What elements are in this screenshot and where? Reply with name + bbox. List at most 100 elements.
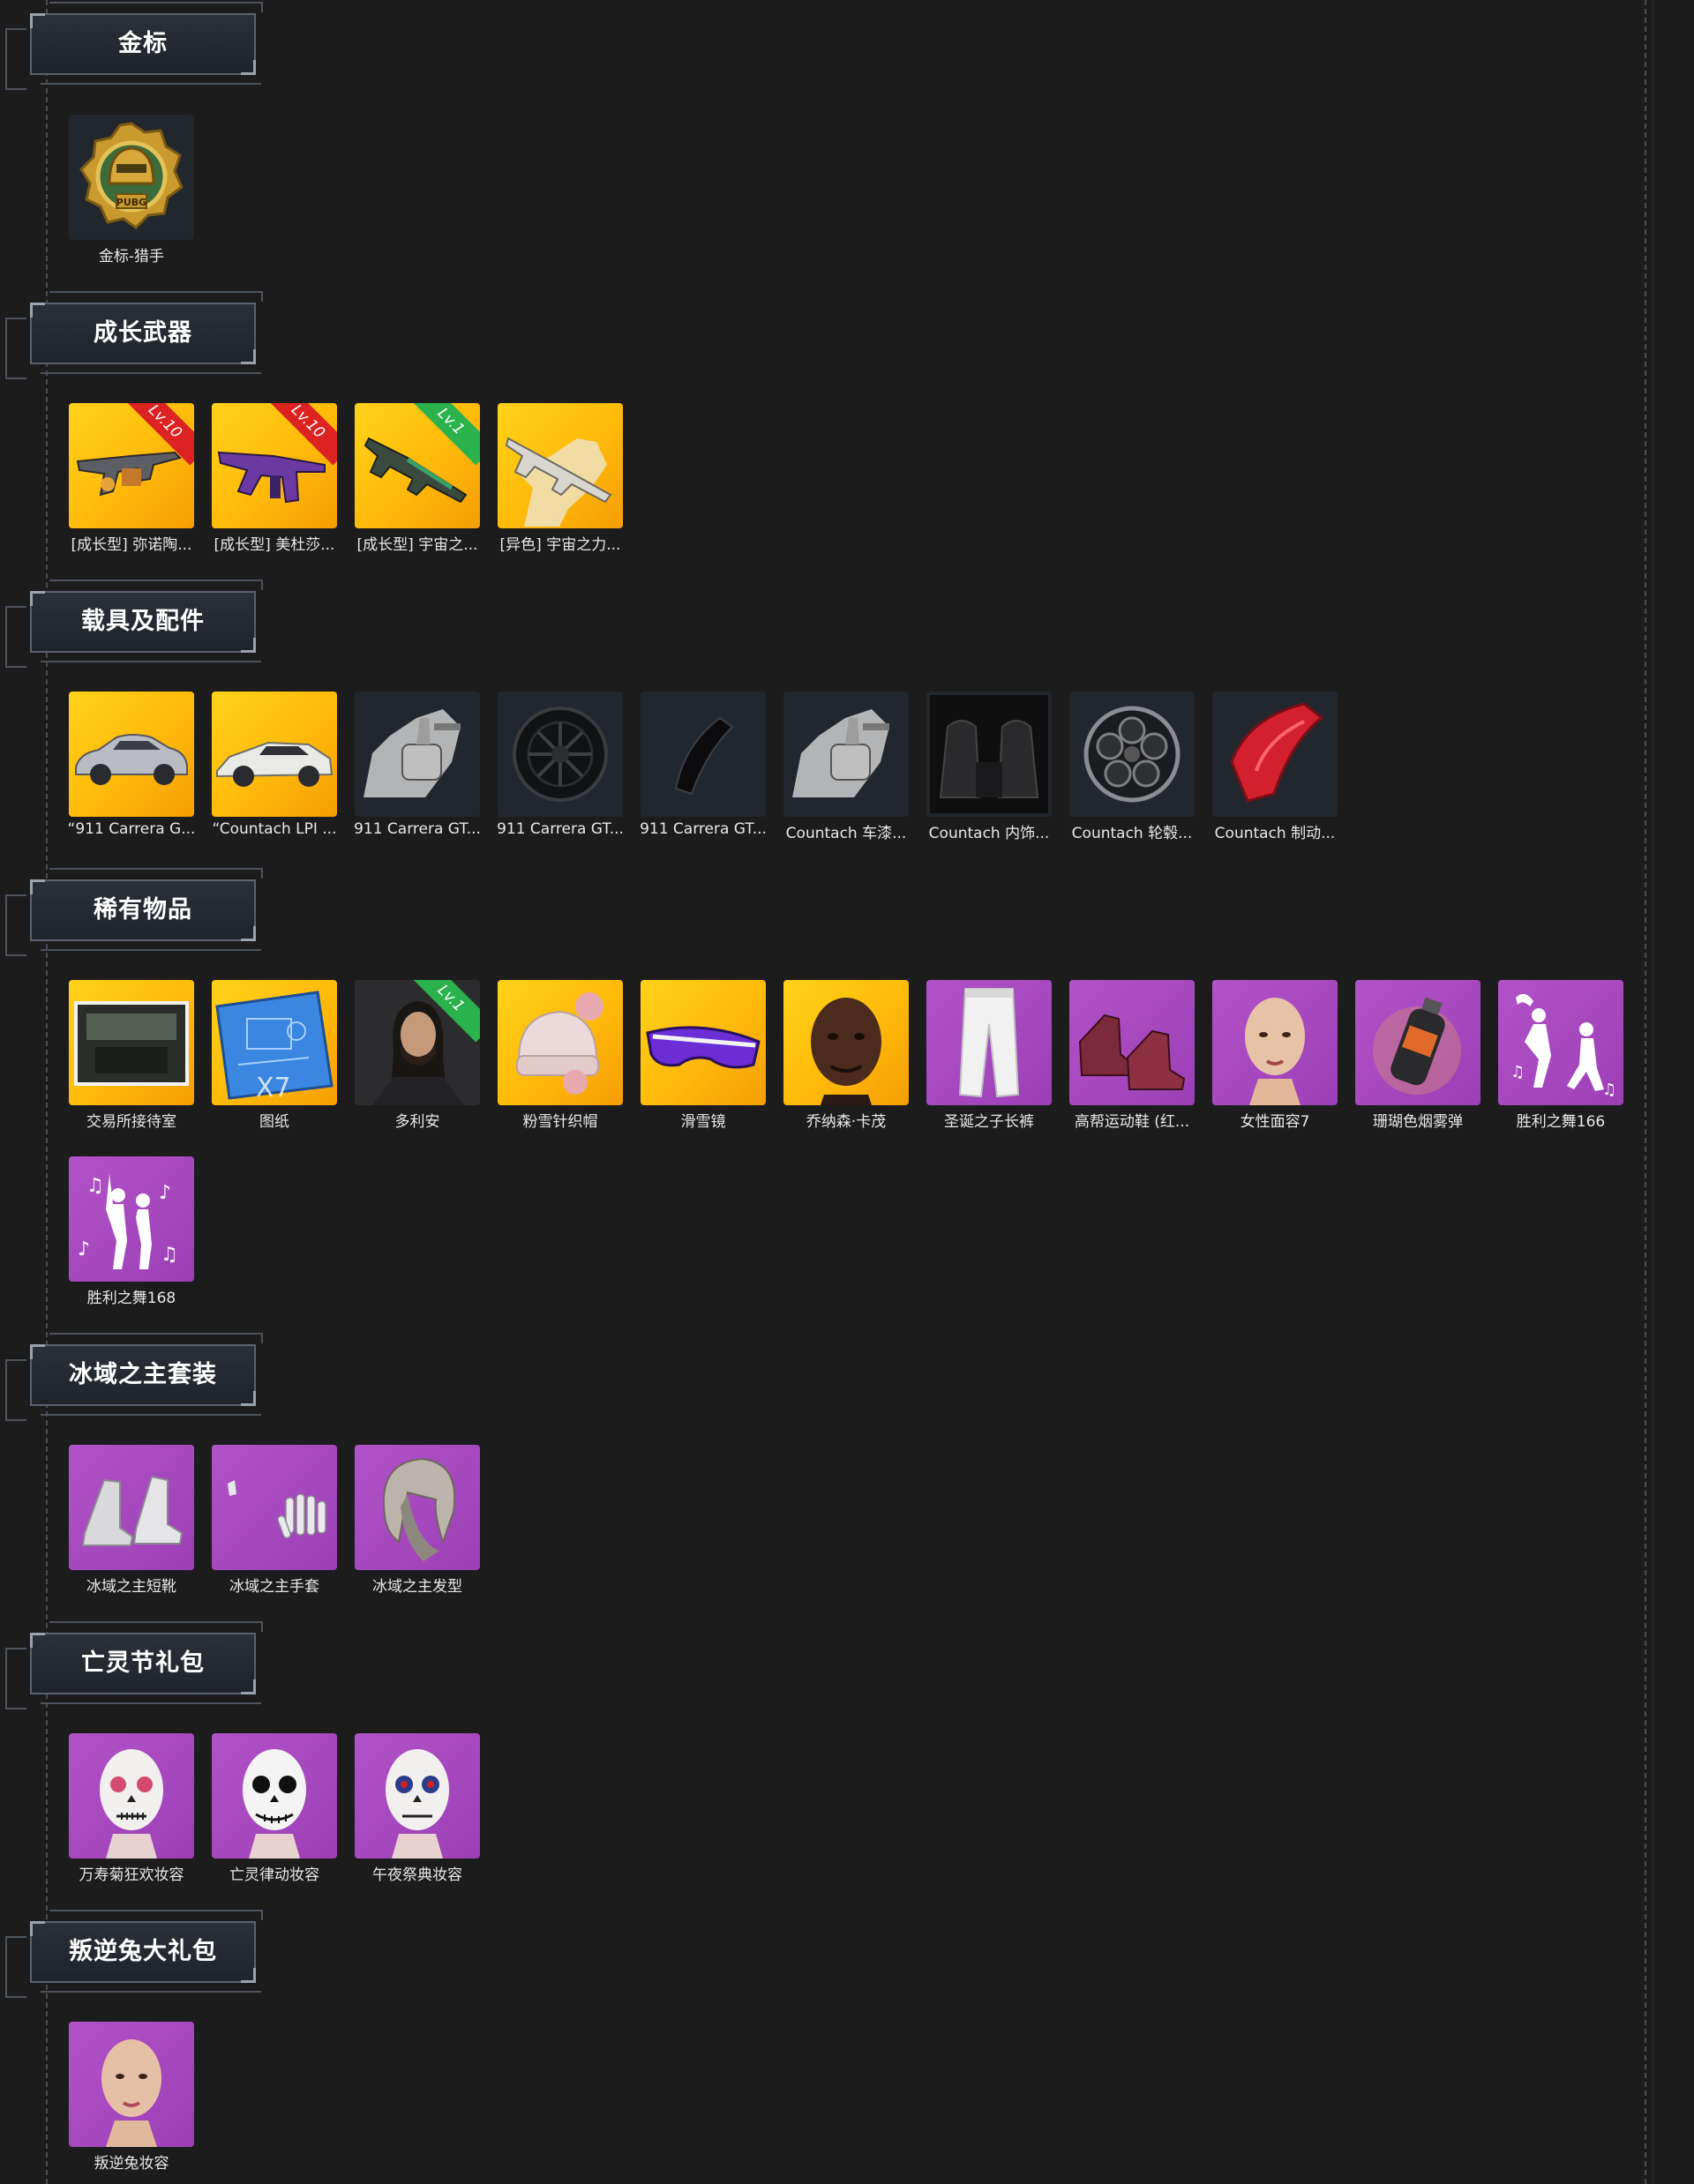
item-label: [成长型] 美杜莎... [214,536,335,554]
item-label: 冰域之主手套 [229,1578,319,1596]
item-female-face7[interactable]: 女性面容7 [1212,980,1338,1131]
spray-gun-icon [364,709,461,797]
item-countach-paint[interactable]: Countach 车漆... [783,692,909,842]
item-label: 珊瑚色烟雾弹 [1373,1113,1463,1131]
item-rebel-rabbit-makeup[interactable]: 叛逆兔妆容 [69,2022,194,2173]
item-weapon-cosmic[interactable]: Lv.1 [成长型] 宇宙之... [355,403,480,554]
skull-makeup-icon [243,1749,306,1859]
item-victory-dance-168[interactable]: ♫ ♪ ♪ ♫ 胜利之舞168 [69,1156,194,1307]
item-label: 金标-猎手 [98,248,165,266]
item-vehicle-911[interactable]: “911 Carrera G... [68,692,195,838]
item-label: 冰域之主短靴 [86,1578,176,1596]
rifle-icon [505,437,612,527]
item-jonathan[interactable]: 乔纳森·卡茂 [783,980,909,1131]
item-label: [成长型] 宇宙之... [356,536,478,554]
brake-caliper-icon [1230,702,1324,803]
item-weapon-cosmic-variant[interactable]: [异色] 宇宙之力... [498,403,623,554]
section-header-day-of-dead-pack: 亡灵节礼包 [5,1621,263,1709]
face-icon [811,998,881,1105]
skull-makeup-icon [386,1749,449,1859]
section-title: 亡灵节礼包 [81,1649,205,1677]
section-title: 金标 [118,30,168,57]
item-label: Countach 制动... [1214,825,1336,842]
item-label: [异色] 宇宙之力... [499,536,621,554]
item-label: 911 Carrera GT... [354,820,481,838]
item-label: 胜利之舞166 [1516,1113,1606,1131]
item-label: 多利安 [394,1113,440,1131]
goggles-icon [646,1026,761,1069]
section-title: 冰域之主套装 [69,1361,217,1388]
section-header-growth-weapons: 成长武器 [5,291,263,379]
item-blueprint[interactable]: X7 图纸 [212,980,337,1131]
car-icon [75,734,188,785]
item-label: [成长型] 弥诺陶... [71,536,192,554]
item-ice-lord-boots[interactable]: 冰域之主短靴 [69,1445,194,1596]
item-911-wheel[interactable]: 911 Carrera GT... [497,692,624,838]
item-label: 女性面容7 [1240,1113,1310,1131]
item-countach-brake[interactable]: Countach 制动... [1212,692,1338,842]
item-coral-smoke-grenade[interactable]: 珊瑚色烟雾弹 [1355,980,1480,1131]
dance-emote-icon: ♫ ♪ ♪ ♫ [78,1174,178,1269]
item-label: 图纸 [259,1113,289,1131]
svg-text:♪: ♪ [159,1182,171,1204]
face-icon [1245,998,1305,1105]
item-label: 冰域之主发型 [372,1578,462,1596]
room-icon [74,1001,189,1086]
section-title: 载具及配件 [81,608,205,635]
item-label: 乔纳森·卡茂 [806,1113,887,1131]
item-label: 高帮运动鞋 (红... [1074,1113,1190,1131]
item-marigold-makeup[interactable]: 万寿菊狂欢妆容 [69,1733,194,1884]
item-midnight-festival-makeup[interactable]: 午夜祭典妆容 [355,1733,480,1884]
spray-gun-icon [792,709,889,797]
item-weapon-minotaur[interactable]: Lv.10 [成长型] 弥诺陶... [69,403,194,554]
item-911-paint[interactable]: 911 Carrera GT... [354,692,481,838]
item-victory-dance-166[interactable]: ♫ ♫ 胜利之舞166 [1498,980,1623,1131]
item-label: 万寿菊狂欢妆容 [79,1866,184,1884]
item-label: “911 Carrera G... [67,820,196,838]
sneakers-icon [1078,1013,1186,1090]
item-label: 胜利之舞168 [86,1290,176,1307]
svg-text:♫: ♫ [86,1175,104,1197]
item-gold-hunter[interactable]: PUBG 金标-猎手 [69,115,194,266]
hairstyle-icon [382,1457,456,1561]
item-exchange-lounge[interactable]: 交易所接待室 [69,980,194,1131]
item-ice-lord-hairstyle[interactable]: 冰域之主发型 [355,1445,480,1596]
item-dorian[interactable]: Lv.1 多利安 [355,980,480,1131]
right-guide-line [1645,0,1646,2184]
section-title: 成长武器 [94,319,192,347]
skull-makeup-icon [100,1749,163,1859]
item-label: 圣诞之子长裤 [944,1113,1034,1131]
car-seat-icon [930,695,1048,813]
item-label: 911 Carrera GT... [497,820,624,838]
wheel-icon [513,707,608,802]
section-title: 叛逆兔大礼包 [69,1938,217,1965]
item-christmas-pants[interactable]: 圣诞之子长裤 [926,980,1052,1131]
item-vehicle-countach[interactable]: “Countach LPI ... [212,692,337,838]
pants-icon [958,988,1020,1098]
dance-emote-icon: ♫ ♫ [1510,993,1616,1099]
item-pink-beanie[interactable]: 粉雪针织帽 [498,980,623,1131]
section-header-gold-badge: 金标 [5,2,263,90]
brake-caliper-icon [674,716,734,796]
svg-text:♫: ♫ [161,1244,178,1266]
svg-text:♫: ♫ [1510,1063,1525,1081]
item-label: 午夜祭典妆容 [372,1866,462,1884]
quantity-label: X7 [256,1073,291,1103]
item-label: 叛逆兔妆容 [94,2155,169,2173]
item-ice-lord-gloves[interactable]: 冰域之主手套 [212,1445,337,1596]
item-undead-rhythm-makeup[interactable]: 亡灵律动妆容 [212,1733,337,1884]
item-911-brake[interactable]: 911 Carrera GT... [640,692,767,838]
item-label: 滑雪镜 [680,1113,726,1131]
item-label: 交易所接待室 [86,1113,176,1131]
car-icon [216,741,334,787]
svg-text:♪: ♪ [78,1238,90,1260]
item-weapon-medusa[interactable]: Lv.10 [成长型] 美杜莎... [212,403,337,554]
gold-medal-icon: PUBG [79,122,184,229]
item-label: Countach 轮毂... [1071,825,1193,842]
item-label: “Countach LPI ... [212,820,337,838]
svg-text:PUBG: PUBG [116,197,146,208]
item-countach-interior[interactable]: Countach 内饰... [926,692,1052,842]
item-countach-wheel[interactable]: Countach 轮毂... [1069,692,1195,842]
item-red-sneakers[interactable]: 高帮运动鞋 (红... [1069,980,1195,1131]
item-ski-goggles[interactable]: 滑雪镜 [641,980,766,1131]
